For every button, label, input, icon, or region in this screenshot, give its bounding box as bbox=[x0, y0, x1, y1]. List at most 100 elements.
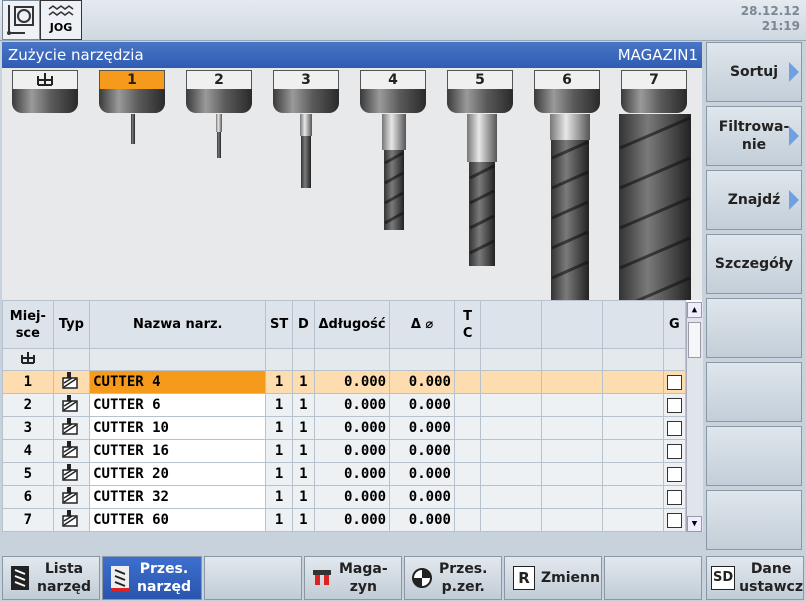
d-cell[interactable]: 1 bbox=[291, 393, 316, 417]
table-row[interactable]: 6 CUTTER 32 1 1 0.000 0.000 bbox=[2, 485, 687, 509]
empty-cell[interactable] bbox=[601, 485, 664, 509]
mode-jog-box[interactable]: JOG bbox=[40, 0, 82, 40]
name-cell[interactable]: CUTTER 4 bbox=[89, 370, 267, 394]
variables-button[interactable]: R Zmienn bbox=[504, 556, 602, 600]
type-cell[interactable] bbox=[52, 370, 91, 394]
st-cell[interactable]: 1 bbox=[265, 439, 293, 463]
tool-wear-button[interactable]: Przes. narzęd bbox=[102, 556, 202, 600]
table-row[interactable]: 3 CUTTER 10 1 1 0.000 0.000 bbox=[2, 416, 687, 440]
setting-data-button[interactable]: SD Dane ustawcz bbox=[706, 556, 804, 600]
empty-cell[interactable] bbox=[480, 508, 543, 532]
st-cell[interactable]: 1 bbox=[265, 416, 293, 440]
name-cell[interactable]: CUTTER 20 bbox=[89, 462, 267, 486]
empty-softkey-5[interactable] bbox=[706, 298, 802, 358]
empty-cell[interactable] bbox=[541, 370, 603, 394]
sort-button[interactable]: Sortuj bbox=[706, 42, 802, 102]
type-cell[interactable] bbox=[52, 485, 91, 509]
delta-diameter-cell[interactable]: 0.000 bbox=[389, 485, 455, 509]
empty-cell[interactable] bbox=[480, 416, 543, 440]
tc-cell[interactable] bbox=[453, 508, 482, 532]
scroll-up-icon[interactable]: ▲ bbox=[687, 302, 702, 318]
delta-length-cell[interactable]: 0.000 bbox=[314, 485, 391, 509]
empty-cell[interactable] bbox=[601, 508, 664, 532]
machine-area-icon[interactable] bbox=[2, 0, 40, 40]
empty-cell[interactable] bbox=[601, 393, 664, 417]
name-cell[interactable]: CUTTER 60 bbox=[89, 508, 267, 532]
st-cell[interactable]: 1 bbox=[265, 485, 293, 509]
table-row[interactable]: 5 CUTTER 20 1 1 0.000 0.000 bbox=[2, 462, 687, 486]
empty-cell[interactable] bbox=[541, 485, 603, 509]
st-cell[interactable]: 1 bbox=[265, 393, 293, 417]
filter-button[interactable]: Filtrowa-nie bbox=[706, 106, 802, 166]
type-cell[interactable] bbox=[52, 462, 91, 486]
tc-cell[interactable] bbox=[453, 416, 482, 440]
empty-cell[interactable] bbox=[480, 462, 543, 486]
delta-length-cell[interactable]: 0.000 bbox=[314, 370, 391, 394]
delta-diameter-cell[interactable]: 0.000 bbox=[389, 370, 455, 394]
empty-cell[interactable] bbox=[480, 485, 543, 509]
empty-cell[interactable] bbox=[541, 508, 603, 532]
spindle-row[interactable] bbox=[2, 348, 687, 371]
d-cell[interactable]: 1 bbox=[291, 485, 316, 509]
st-cell[interactable]: 1 bbox=[265, 370, 293, 394]
tc-cell[interactable] bbox=[453, 393, 482, 417]
place-cell[interactable]: 6 bbox=[2, 485, 54, 509]
details-button[interactable]: Szczegóły bbox=[706, 234, 802, 294]
delta-diameter-cell[interactable]: 0.000 bbox=[389, 508, 455, 532]
delta-diameter-cell[interactable]: 0.000 bbox=[389, 439, 455, 463]
empty-bottom-softkey[interactable] bbox=[204, 556, 302, 600]
g-cell[interactable] bbox=[662, 462, 687, 486]
work-offset-button[interactable]: Przes. p.zer. bbox=[404, 556, 502, 600]
name-cell[interactable]: CUTTER 32 bbox=[89, 485, 267, 509]
type-cell[interactable] bbox=[52, 439, 91, 463]
table-row[interactable]: 2 CUTTER 6 1 1 0.000 0.000 bbox=[2, 393, 687, 417]
place-cell[interactable]: 3 bbox=[2, 416, 54, 440]
name-cell[interactable]: CUTTER 6 bbox=[89, 393, 267, 417]
type-cell[interactable] bbox=[52, 416, 91, 440]
place-cell[interactable]: 4 bbox=[2, 439, 54, 463]
delta-length-cell[interactable]: 0.000 bbox=[314, 439, 391, 463]
delta-diameter-cell[interactable]: 0.000 bbox=[389, 416, 455, 440]
d-cell[interactable]: 1 bbox=[291, 439, 316, 463]
name-cell[interactable]: CUTTER 10 bbox=[89, 416, 267, 440]
d-cell[interactable]: 1 bbox=[291, 462, 316, 486]
g-cell[interactable] bbox=[662, 485, 687, 509]
tc-cell[interactable] bbox=[453, 439, 482, 463]
empty-softkey-8[interactable] bbox=[706, 490, 802, 550]
g-checkbox[interactable] bbox=[666, 374, 682, 390]
empty-cell[interactable] bbox=[601, 462, 664, 486]
delta-diameter-cell[interactable]: 0.000 bbox=[389, 393, 455, 417]
tc-cell[interactable] bbox=[453, 370, 482, 394]
empty-cell[interactable] bbox=[601, 439, 664, 463]
magazine-button[interactable]: Maga-zyn bbox=[304, 556, 402, 600]
empty-cell[interactable] bbox=[601, 370, 664, 394]
tc-cell[interactable] bbox=[453, 485, 482, 509]
table-row[interactable]: 7 CUTTER 60 1 1 0.000 0.000 bbox=[2, 508, 687, 532]
empty-cell[interactable] bbox=[541, 416, 603, 440]
g-checkbox[interactable] bbox=[666, 512, 682, 528]
g-checkbox[interactable] bbox=[666, 397, 682, 413]
type-cell[interactable] bbox=[52, 393, 91, 417]
d-cell[interactable]: 1 bbox=[291, 416, 316, 440]
place-cell[interactable]: 5 bbox=[2, 462, 54, 486]
scroll-thumb[interactable] bbox=[688, 322, 701, 358]
empty-cell[interactable] bbox=[541, 462, 603, 486]
empty-cell[interactable] bbox=[541, 439, 603, 463]
g-cell[interactable] bbox=[662, 393, 687, 417]
g-cell[interactable] bbox=[662, 508, 687, 532]
delta-length-cell[interactable]: 0.000 bbox=[314, 393, 391, 417]
st-cell[interactable]: 1 bbox=[265, 508, 293, 532]
delta-length-cell[interactable]: 0.000 bbox=[314, 416, 391, 440]
place-cell[interactable]: 2 bbox=[2, 393, 54, 417]
name-cell[interactable]: CUTTER 16 bbox=[89, 439, 267, 463]
g-checkbox[interactable] bbox=[666, 443, 682, 459]
place-cell[interactable]: 1 bbox=[2, 370, 54, 394]
table-row[interactable]: 1 CUTTER 4 1 1 0.000 0.000 bbox=[2, 370, 687, 394]
empty-bottom-softkey-2[interactable] bbox=[604, 556, 702, 600]
g-cell[interactable] bbox=[662, 439, 687, 463]
delta-length-cell[interactable]: 0.000 bbox=[314, 462, 391, 486]
find-button[interactable]: Znajdź bbox=[706, 170, 802, 230]
g-cell[interactable] bbox=[662, 416, 687, 440]
empty-cell[interactable] bbox=[480, 393, 543, 417]
g-checkbox[interactable] bbox=[666, 489, 682, 505]
